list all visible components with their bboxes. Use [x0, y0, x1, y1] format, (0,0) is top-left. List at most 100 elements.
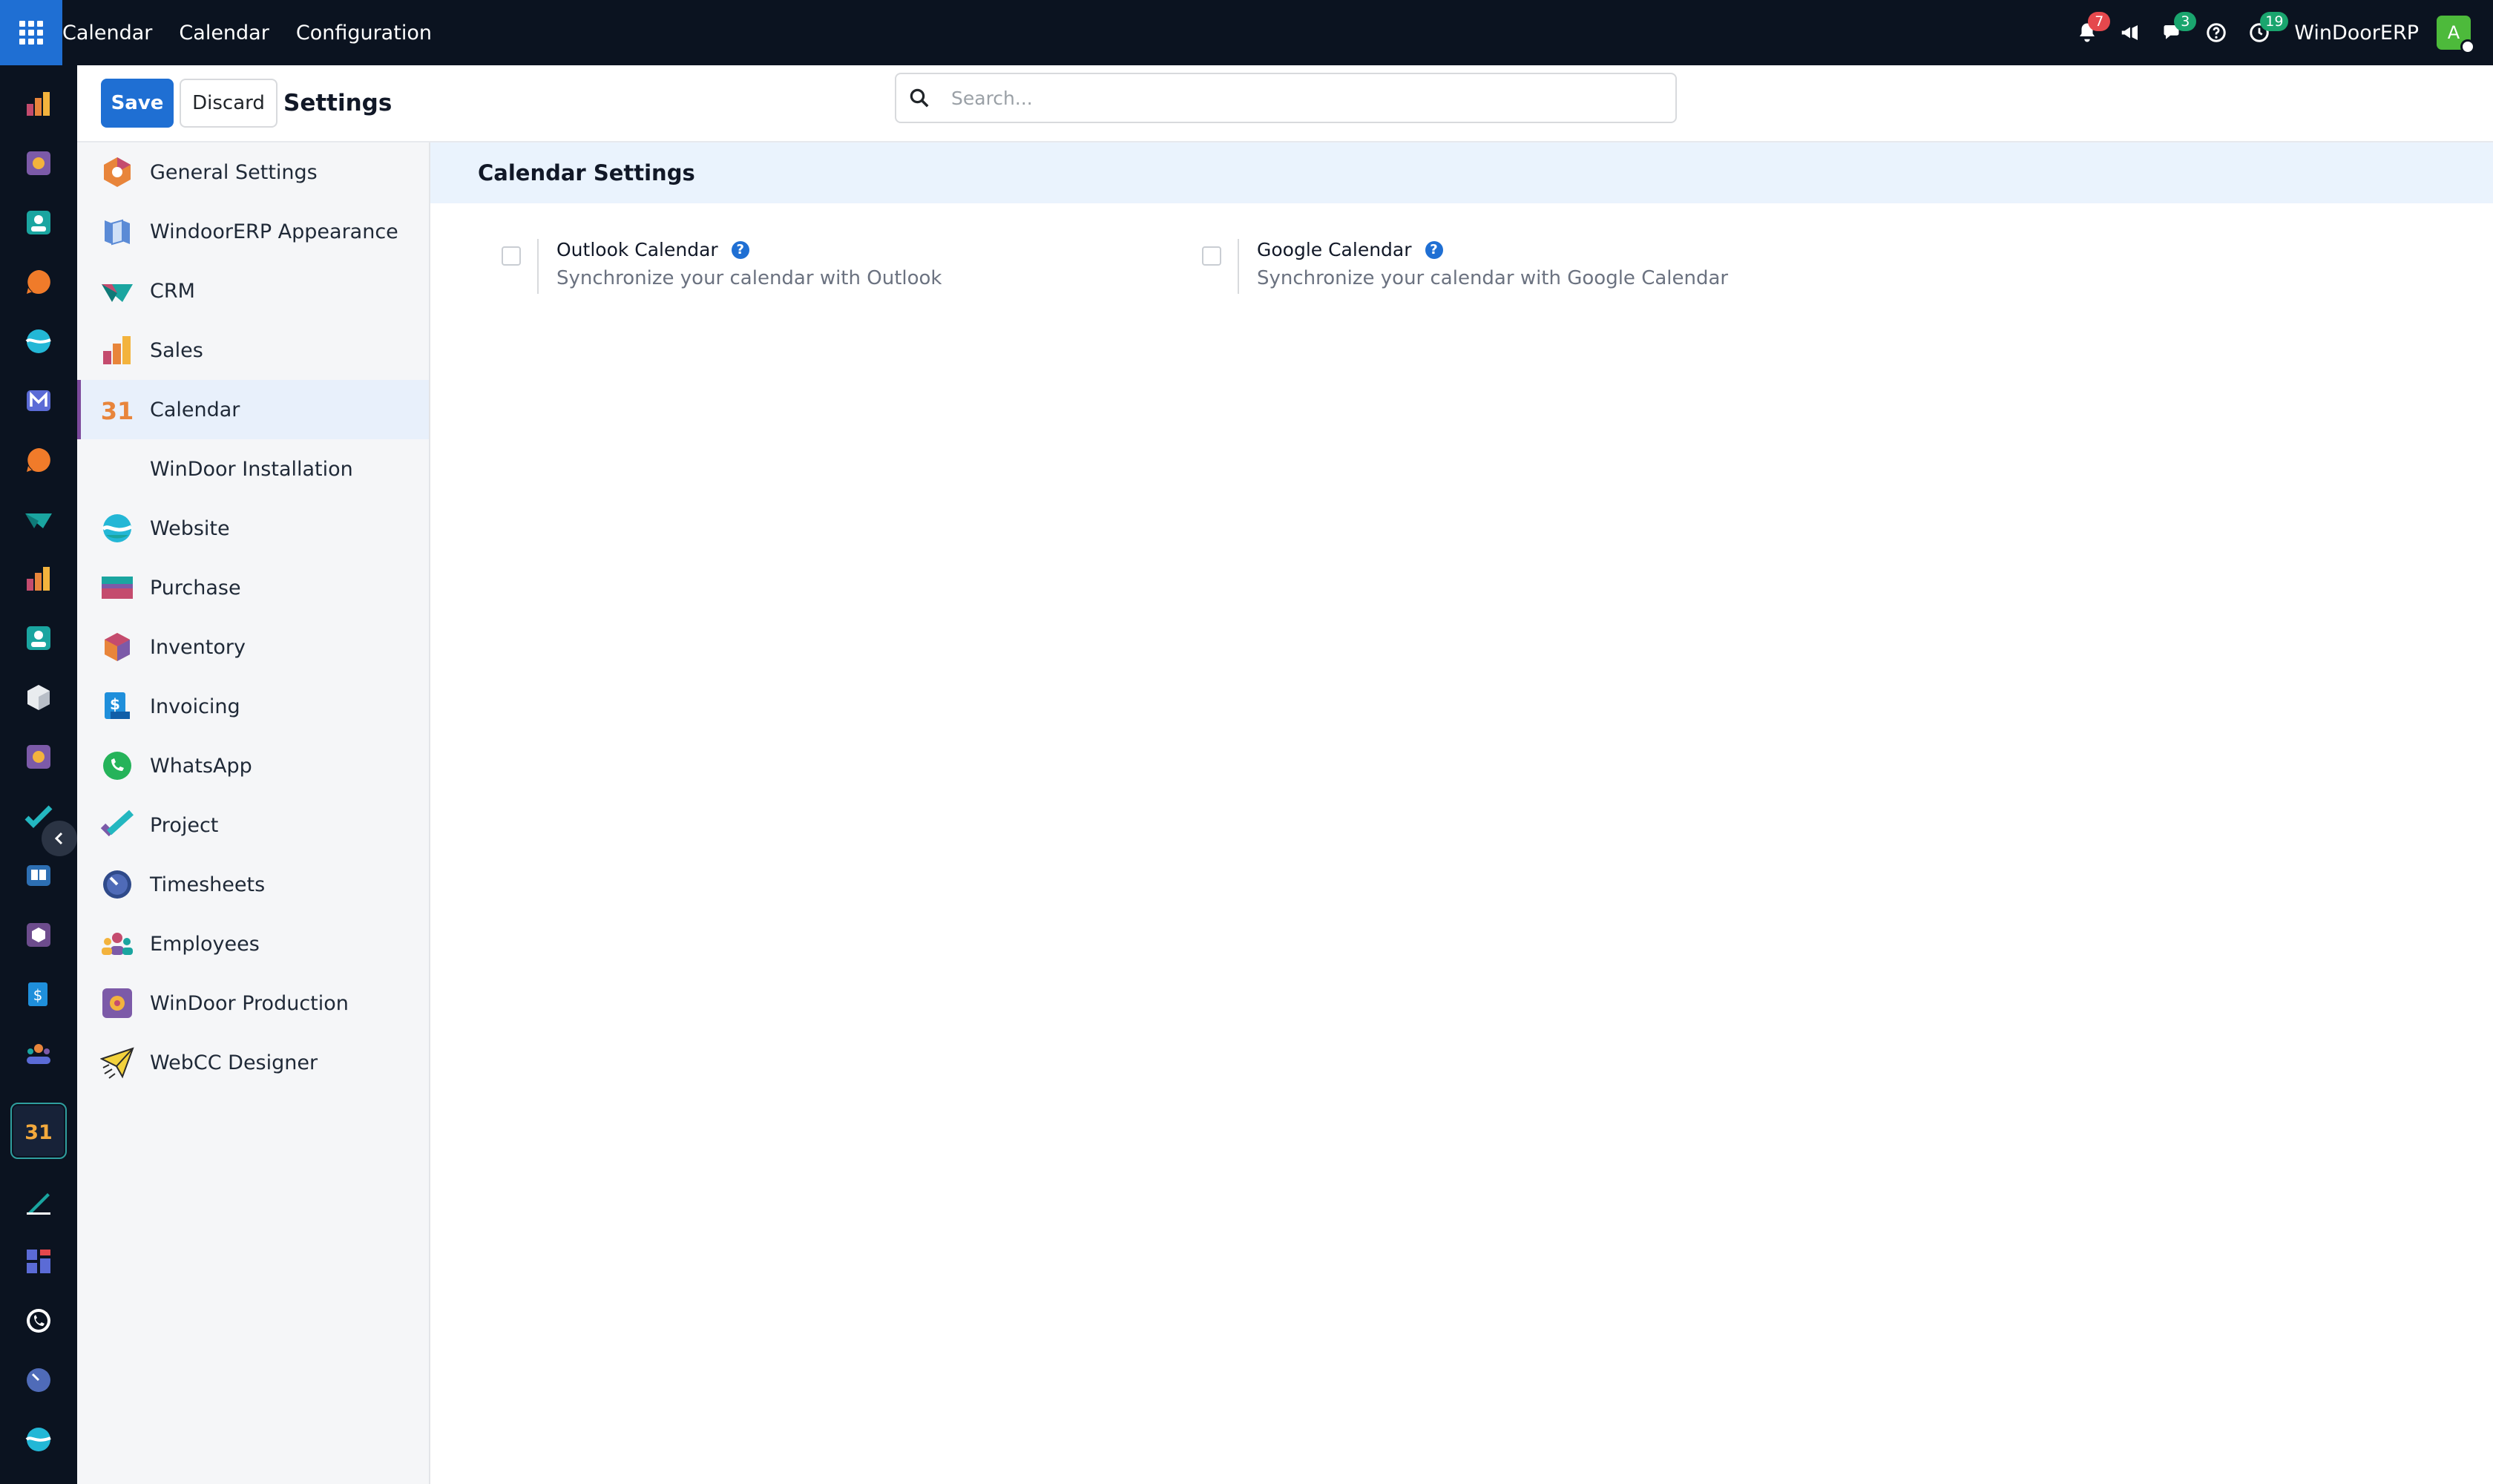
sidebar-item-project[interactable]: Project — [77, 795, 429, 855]
checkmark-icon — [24, 805, 53, 828]
rail-invoicing-app[interactable]: $ — [15, 971, 62, 1018]
sidebar-item-employees[interactable]: Employees — [77, 914, 429, 974]
menu-calendar[interactable]: Calendar — [179, 22, 269, 45]
sidebar-item-label: WindoorERP Appearance — [150, 220, 398, 243]
rail-discuss-app[interactable] — [15, 258, 62, 306]
production-icon — [27, 151, 50, 175]
sidebar-item-inventory[interactable]: Inventory — [77, 617, 429, 677]
sidebar-item-whatsapp[interactable]: WhatsApp — [77, 736, 429, 795]
menu-configuration[interactable]: Configuration — [296, 22, 432, 45]
outlook-calendar-label: Outlook Calendar — [556, 239, 718, 260]
sidebar-item-label: Website — [150, 516, 230, 540]
rail-production-app-2[interactable] — [15, 733, 62, 781]
apps-menu-button[interactable] — [0, 0, 62, 65]
sales-icon — [99, 332, 135, 368]
rail-inventory-app[interactable] — [15, 674, 62, 721]
rail-calendar-app[interactable]: 31 — [10, 1103, 67, 1159]
help-tooltip-icon[interactable]: ? — [1425, 240, 1443, 259]
rail-knowledge-app[interactable] — [15, 852, 62, 899]
top-menu: Calendar Calendar Configuration — [62, 0, 459, 65]
sidebar-item-crm[interactable]: CRM — [77, 261, 429, 321]
sidebar-item-label: Calendar — [150, 398, 240, 421]
google-calendar-checkbox[interactable] — [1202, 246, 1221, 266]
rail-employees-app[interactable] — [15, 1030, 62, 1077]
sidebar-item-webcc-designer[interactable]: WebCC Designer — [77, 1033, 429, 1092]
rail-whatsapp-app[interactable] — [15, 1297, 62, 1345]
company-switcher[interactable]: WinDoorERP — [2294, 22, 2419, 45]
sidebar-item-label: Timesheets — [150, 873, 266, 896]
section-title: Calendar Settings — [478, 160, 695, 186]
rail-production-app[interactable] — [15, 139, 62, 187]
menu-app-name[interactable]: Calendar — [62, 22, 152, 45]
help-button[interactable] — [2195, 0, 2238, 65]
help-tooltip-icon[interactable]: ? — [731, 240, 749, 259]
purchase-icon — [99, 570, 135, 605]
rail-timesheets-app[interactable] — [15, 1356, 62, 1404]
outlook-calendar-description: Synchronize your calendar with Outlook — [556, 267, 942, 289]
rail-email-app[interactable] — [15, 377, 62, 424]
chat-bubble-icon — [27, 448, 50, 472]
setting-label: Outlook Calendar ? — [556, 239, 749, 260]
announcements-button[interactable] — [2109, 0, 2152, 65]
inventory-icon — [99, 629, 135, 665]
calendar-icon: 31 — [24, 1121, 53, 1144]
rail-contacts-app-2[interactable] — [15, 614, 62, 662]
grid-icon — [19, 21, 43, 45]
cube-icon — [27, 685, 50, 710]
search-input[interactable] — [951, 87, 1619, 109]
sidebar-item-label: WebCC Designer — [150, 1051, 318, 1074]
rail-dashboard-app[interactable] — [15, 1238, 62, 1285]
rail-sales-app[interactable] — [15, 80, 62, 128]
rail-project-app[interactable] — [15, 792, 62, 840]
search-bar[interactable] — [895, 73, 1677, 123]
rail-contacts-app[interactable] — [15, 199, 62, 246]
pen-icon — [27, 1193, 50, 1215]
messages-button[interactable]: 3 — [2152, 0, 2197, 65]
sidebar-item-calendar[interactable]: 31 Calendar — [77, 380, 429, 439]
project-icon — [99, 807, 135, 843]
sidebar-item-website[interactable]: Website — [77, 499, 429, 558]
contacts-icon — [27, 626, 50, 650]
top-navbar: Calendar Calendar Configuration 7 3 19 W… — [0, 0, 2493, 65]
rail-repair-app[interactable] — [15, 911, 62, 959]
search-icon — [910, 88, 929, 108]
notifications-button[interactable]: 7 — [2066, 0, 2111, 65]
sidebar-item-general-settings[interactable]: General Settings — [77, 142, 429, 202]
svg-text:$: $ — [110, 695, 120, 713]
sidebar-item-windoor-production[interactable]: WinDoor Production — [77, 974, 429, 1033]
sidebar-item-timesheets[interactable]: Timesheets — [77, 855, 429, 914]
control-panel: Save Discard Settings — [77, 65, 2493, 142]
page-title: Settings — [283, 90, 392, 116]
setting-divider — [1238, 239, 1239, 294]
outlook-calendar-checkbox[interactable] — [502, 246, 521, 266]
sidebar-item-sales[interactable]: Sales — [77, 321, 429, 380]
general-settings-icon — [99, 154, 135, 190]
calendar-icon: 31 — [99, 392, 135, 427]
rail-crm-app[interactable] — [15, 496, 62, 543]
rail-website-app-2[interactable] — [15, 1416, 62, 1463]
activities-button[interactable]: 19 — [2238, 0, 2289, 65]
save-button[interactable]: Save — [101, 79, 174, 128]
people-icon — [27, 1044, 50, 1064]
presence-dot — [2460, 39, 2475, 54]
sidebar-item-purchase[interactable]: Purchase — [77, 558, 429, 617]
sidebar-item-windoor-installation[interactable]: WinDoor Installation — [77, 439, 429, 499]
sidebar-item-appearance[interactable]: WindoorERP Appearance — [77, 202, 429, 261]
rail-sign-app[interactable] — [15, 1178, 62, 1226]
rail-website-app[interactable] — [15, 318, 62, 365]
google-calendar-label: Google Calendar — [1257, 239, 1412, 260]
sidebar-item-invoicing[interactable]: $ Invoicing — [77, 677, 429, 736]
rail-sales-app-2[interactable] — [15, 555, 62, 603]
notifications-badge: 7 — [2088, 12, 2111, 31]
book-icon — [27, 865, 50, 886]
rail-livechat-app[interactable] — [15, 436, 62, 484]
contacts-icon — [27, 211, 50, 234]
production-icon — [27, 745, 50, 769]
bar-chart-icon — [27, 92, 50, 116]
crm-icon — [25, 513, 52, 528]
chat-bubble-icon — [27, 270, 50, 294]
user-avatar[interactable]: A — [2437, 16, 2475, 54]
sidebar-item-label: Inventory — [150, 635, 246, 659]
settings-content: Calendar Settings Outlook Calendar ? Syn… — [430, 142, 2493, 1484]
discard-button[interactable]: Discard — [180, 79, 277, 128]
